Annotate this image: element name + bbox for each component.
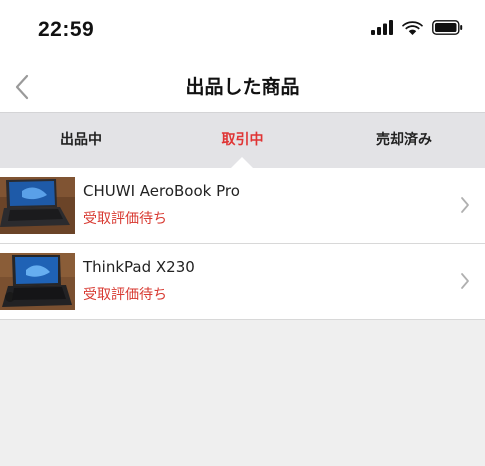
active-tab-indicator xyxy=(231,157,253,168)
status-bar: 22:59 xyxy=(0,0,485,62)
item-status: 受取評価待ち xyxy=(83,287,167,303)
tab-listing[interactable]: 出品中 xyxy=(0,113,162,168)
list-item[interactable]: ThinkPad X230 受取評価待ち xyxy=(0,244,485,320)
battery-icon xyxy=(432,20,463,35)
item-list: CHUWI AeroBook Pro 受取評価待ち ThinkPad X230 … xyxy=(0,168,485,320)
tab-sold[interactable]: 売却済み xyxy=(323,113,485,168)
navigation-bar: 出品した商品 xyxy=(0,62,485,112)
page-title: 出品した商品 xyxy=(185,76,300,98)
chevron-right-icon xyxy=(461,273,469,289)
item-status: 受取評価待ち xyxy=(83,211,167,227)
status-time: 22:59 xyxy=(38,18,95,41)
item-title: CHUWI AeroBook Pro xyxy=(83,182,240,200)
item-title: ThinkPad X230 xyxy=(83,258,195,276)
list-item[interactable]: CHUWI AeroBook Pro 受取評価待ち xyxy=(0,168,485,244)
signal-icon xyxy=(371,20,393,35)
product-image xyxy=(0,253,75,310)
chevron-right-icon xyxy=(461,197,469,213)
product-image xyxy=(0,177,75,234)
status-icons xyxy=(371,20,463,35)
wifi-icon xyxy=(402,21,423,35)
